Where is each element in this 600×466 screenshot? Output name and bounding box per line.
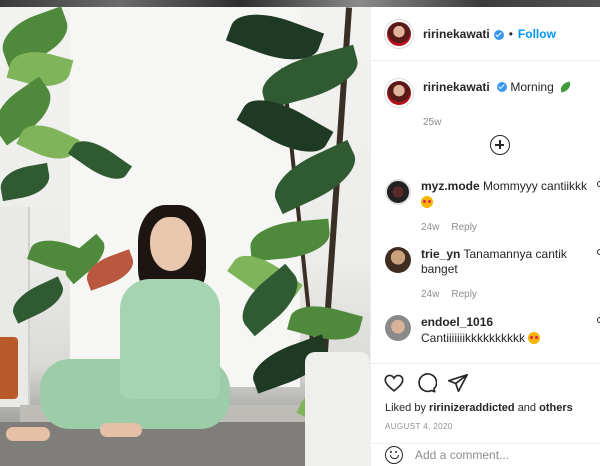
liked-by-text: Liked by ririnizeraddicted and others	[385, 402, 573, 414]
separator-dot: •	[508, 26, 513, 41]
comment-text: Cantiiiiiiikkkkkkkkkk	[421, 331, 526, 345]
add-comment-input[interactable]: Add a comment...	[415, 448, 509, 462]
post-caption: ririnekawati Morning 25w	[385, 79, 600, 128]
liked-prefix: Liked by	[385, 402, 426, 414]
liked-and: and	[517, 402, 537, 414]
comment-item: trie_yn Tanamannya cantik banget 24w Repl…	[385, 247, 600, 302]
caption-timestamp[interactable]: 25w	[423, 117, 600, 128]
caption-username[interactable]: ririnekawati	[423, 80, 490, 94]
comment-time[interactable]: 24w	[421, 222, 439, 233]
smiley-icon[interactable]	[385, 446, 403, 464]
terracotta-pot	[0, 337, 18, 399]
comment-item: myz.mode Mommyyy cantiikkk 24w Reply	[385, 179, 600, 235]
comment-username[interactable]: myz.mode	[421, 179, 480, 193]
verified-badge-icon	[493, 29, 504, 40]
comment-text: Mommyyy cantiikkk	[483, 179, 588, 193]
post-header: ririnekawati • Follow	[371, 7, 600, 61]
person-face	[150, 217, 192, 271]
reply-button[interactable]: Reply	[451, 222, 477, 233]
person-pajama-top	[120, 279, 220, 399]
author-username[interactable]: ririnekawati	[423, 27, 490, 41]
heart-eyes-emoji-icon	[421, 196, 433, 208]
comment-bubble-icon[interactable]	[415, 372, 437, 394]
leaf-emoji-icon	[559, 81, 573, 93]
post-photo[interactable]	[0, 7, 370, 466]
caption-avatar[interactable]	[385, 79, 413, 107]
caption-body: Morning	[510, 80, 554, 94]
comment-time[interactable]: 24w	[421, 289, 439, 300]
heart-icon[interactable]	[383, 372, 405, 394]
post-date[interactable]: AUGUST 4, 2020	[385, 422, 453, 431]
comment-item: endoel_1016 Cantiiiiiiikkkkkkkkkk	[385, 315, 600, 346]
author-avatar[interactable]	[385, 19, 413, 48]
caption-text: ririnekawati Morning	[423, 79, 573, 95]
white-planter	[305, 352, 370, 466]
commenter-avatar[interactable]	[385, 179, 411, 205]
comment-username[interactable]: trie_yn	[421, 247, 460, 261]
paper-plane-icon[interactable]	[447, 372, 469, 394]
follow-button[interactable]: Follow	[518, 27, 556, 41]
commenter-avatar[interactable]	[385, 247, 411, 273]
comment-username[interactable]: endoel_1016	[421, 315, 493, 329]
reply-button[interactable]: Reply	[451, 289, 477, 300]
liked-others-link[interactable]: others	[539, 402, 573, 414]
heart-eyes-emoji-icon	[528, 332, 541, 344]
plus-circle-icon[interactable]	[490, 135, 510, 155]
commenter-avatar[interactable]	[385, 315, 411, 341]
top-thumbnail-strip	[0, 0, 600, 7]
post-side-panel: ririnekawati • Follow ririnekawati Morni…	[370, 7, 600, 466]
liked-by-user[interactable]: ririnizeraddicted	[429, 402, 515, 414]
add-comment-bar: Add a comment...	[371, 443, 600, 466]
verified-badge-icon	[497, 82, 508, 92]
